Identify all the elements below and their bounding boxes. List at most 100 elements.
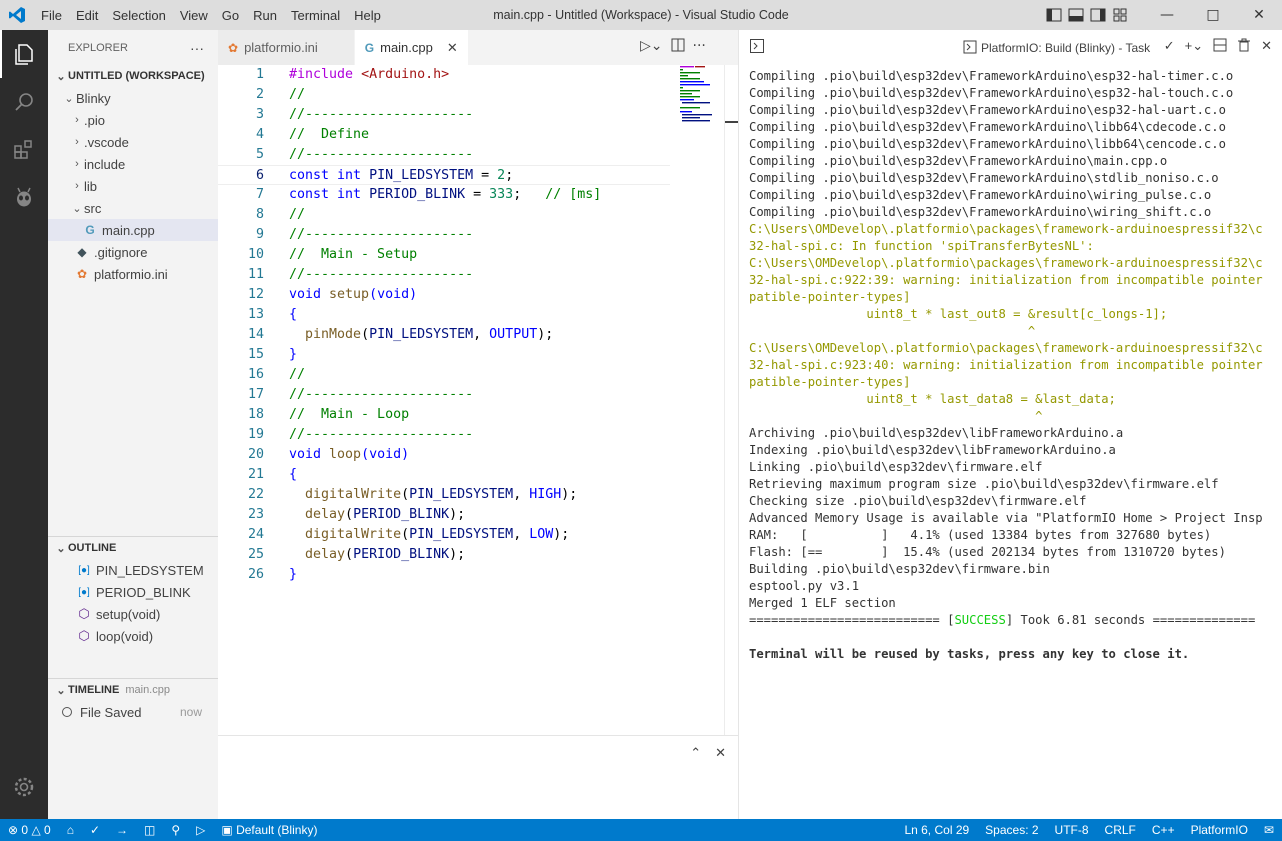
maximize-panel-icon[interactable]: ⌃ bbox=[690, 746, 701, 761]
split-editor-icon[interactable] bbox=[671, 38, 685, 56]
menu-item-selection[interactable]: Selection bbox=[105, 8, 172, 23]
tab-platformioini[interactable]: ✿ platformio.ini bbox=[218, 30, 355, 65]
run-debug-icon[interactable]: ▷⌄ bbox=[640, 38, 663, 56]
code-text: //--------------------- bbox=[289, 425, 473, 445]
folder-env-icon: ▣ bbox=[221, 823, 233, 837]
close-tab-icon[interactable]: ✕ bbox=[447, 40, 458, 56]
code-token: //--------------------- bbox=[289, 107, 474, 122]
outline-header[interactable]: ⌄ OUTLINE bbox=[48, 537, 218, 559]
code-token: ; bbox=[513, 187, 546, 202]
notifications-bell-icon[interactable]: ✉ bbox=[1256, 819, 1282, 841]
terminal-line: Compiling .pio\build\esp32dev\FrameworkA… bbox=[749, 154, 1168, 168]
editor-scrollbar[interactable] bbox=[724, 65, 738, 735]
terminal-line: 32-hal-spi.c: In function 'spiTransferBy… bbox=[749, 239, 1094, 253]
encoding[interactable]: UTF-8 bbox=[1047, 819, 1097, 841]
customize-layout-icon[interactable] bbox=[1112, 7, 1128, 23]
menu-item-file[interactable]: File bbox=[34, 8, 69, 23]
close-icon[interactable]: ✕ bbox=[1261, 38, 1272, 55]
terminal-line: Compiling .pio\build\esp32dev\FrameworkA… bbox=[749, 103, 1226, 117]
tree-item-src[interactable]: ⌄ src bbox=[48, 197, 218, 219]
tree-item-lib[interactable]: › lib bbox=[48, 175, 218, 197]
tree-item-maincpp[interactable]: Gmain.cpp bbox=[48, 219, 218, 241]
terminal-output[interactable]: Compiling .pio\build\esp32dev\FrameworkA… bbox=[749, 68, 1279, 663]
success-prefix: ========================== [ bbox=[749, 613, 955, 627]
tree-item-include[interactable]: › include bbox=[48, 153, 218, 175]
pio-env-selector[interactable]: ▣ Default (Blinky) bbox=[213, 819, 325, 841]
explorer-header: EXPLORER ··· bbox=[48, 30, 218, 65]
code-token: //--------------------- bbox=[289, 147, 474, 162]
platformio-alien-icon[interactable] bbox=[0, 174, 48, 222]
minimap[interactable] bbox=[678, 65, 722, 125]
code-token: ); bbox=[449, 547, 466, 562]
chevron-right-icon: › bbox=[75, 158, 79, 170]
tree-item-blinky[interactable]: ⌄ Blinky bbox=[48, 87, 218, 109]
tree-item-label: .vscode bbox=[84, 134, 129, 150]
tree-item-platformioini[interactable]: ✿ platformio.ini bbox=[48, 263, 218, 285]
menu-item-run[interactable]: Run bbox=[246, 8, 284, 23]
menu-item-terminal[interactable]: Terminal bbox=[284, 8, 347, 23]
pio-terminal-icon[interactable]: ▷ bbox=[188, 819, 213, 841]
language-mode[interactable]: C++ bbox=[1144, 819, 1183, 841]
explorer-icon[interactable] bbox=[0, 30, 48, 78]
pio-home-icon[interactable]: ⌂ bbox=[59, 819, 82, 841]
code-token: //--------------------- bbox=[289, 427, 474, 442]
code-token: <Arduino.h> bbox=[361, 67, 450, 82]
pio-build-check-icon[interactable]: ✓ bbox=[82, 819, 108, 841]
timeline-header[interactable]: ⌄ TIMELINE main.cpp bbox=[48, 679, 218, 701]
tree-item-gitignore[interactable]: ◆ .gitignore bbox=[48, 241, 218, 263]
end-of-line[interactable]: CRLF bbox=[1097, 819, 1144, 841]
terminal-selector[interactable]: PlatformIO: Build (Blinky) - Task bbox=[963, 40, 1150, 55]
outline-item[interactable]: ⬡ loop(void) bbox=[48, 625, 218, 647]
outline-item[interactable]: [●] PIN_LEDSYSTEM bbox=[48, 559, 218, 581]
search-icon[interactable] bbox=[0, 78, 48, 126]
pio-upload-arrow-icon[interactable]: → bbox=[108, 819, 136, 841]
indentation[interactable]: Spaces: 2 bbox=[977, 819, 1046, 841]
toggle-secondary-sidebar-icon[interactable] bbox=[1090, 7, 1106, 23]
new-terminal-plus-icon[interactable]: +⌄ bbox=[1185, 38, 1203, 55]
tab-maincpp[interactable]: Gmain.cpp ✕ bbox=[354, 30, 469, 65]
split-terminal-icon[interactable] bbox=[1213, 38, 1227, 55]
toggle-panel-icon[interactable] bbox=[1068, 7, 1084, 23]
pio-serial-plug-icon[interactable]: ⚲ bbox=[163, 819, 188, 841]
tree-item-label: include bbox=[84, 156, 126, 172]
close-panel-icon[interactable]: ✕ bbox=[715, 746, 726, 761]
extensions-icon[interactable] bbox=[0, 126, 48, 174]
line-number: 13 bbox=[247, 307, 264, 322]
layout-controls bbox=[1046, 7, 1128, 23]
more-actions-icon[interactable]: ··· bbox=[693, 38, 706, 56]
code-token: PERIOD_BLINK bbox=[353, 507, 450, 522]
menu-item-help[interactable]: Help bbox=[347, 8, 388, 23]
tree-item-vscode[interactable]: › .vscode bbox=[48, 131, 218, 153]
platformio-file-icon: ✿ bbox=[228, 40, 239, 55]
check-icon[interactable]: ✓ bbox=[1164, 38, 1175, 55]
cursor-position[interactable]: Ln 6, Col 29 bbox=[896, 819, 977, 841]
close-window-icon[interactable]: ✕ bbox=[1236, 0, 1282, 30]
tree-item-label: .pio bbox=[84, 112, 105, 128]
terminal-line: C:\Users\OMDevelop\.platformio\packages\… bbox=[749, 222, 1263, 236]
pio-clean-trash-icon[interactable]: ◫ bbox=[136, 819, 163, 841]
manage-gear-icon[interactable] bbox=[0, 763, 48, 811]
platformio-status[interactable]: PlatformIO bbox=[1183, 819, 1256, 841]
code-token: ); bbox=[537, 327, 554, 342]
code-token: #include bbox=[289, 67, 362, 82]
outline-item[interactable]: ⬡ setup(void) bbox=[48, 603, 218, 625]
menu-item-edit[interactable]: Edit bbox=[69, 8, 105, 23]
trash-icon[interactable] bbox=[1237, 38, 1251, 55]
maximize-icon[interactable]: □ bbox=[1190, 0, 1236, 30]
problems-status[interactable]: ⊗ 0 △ 0 bbox=[0, 819, 59, 841]
workspace-section[interactable]: ⌄ UNTITLED (WORKSPACE) bbox=[48, 65, 218, 87]
more-actions-icon[interactable]: ··· bbox=[190, 40, 204, 56]
menu-item-view[interactable]: View bbox=[173, 8, 215, 23]
minimize-icon[interactable]: — bbox=[1144, 0, 1190, 30]
outline-item[interactable]: [●] PERIOD_BLINK bbox=[48, 581, 218, 603]
line-number: 19 bbox=[247, 427, 264, 442]
cpp-file-icon: G bbox=[85, 223, 95, 237]
code-editor[interactable]: 1 #include <Arduino.h> 2 // 3 //-------------… bbox=[218, 65, 738, 735]
toggle-sidebar-icon[interactable] bbox=[1046, 7, 1062, 23]
tree-item-pio[interactable]: › .pio bbox=[48, 109, 218, 131]
terminal-prompt-icon[interactable] bbox=[749, 38, 765, 57]
timeline-item[interactable]: File Saved now bbox=[48, 701, 218, 723]
code-line: 2 // bbox=[218, 85, 670, 105]
menu-item-go[interactable]: Go bbox=[215, 8, 246, 23]
code-token: PIN_LEDSYSTEM bbox=[409, 487, 514, 502]
